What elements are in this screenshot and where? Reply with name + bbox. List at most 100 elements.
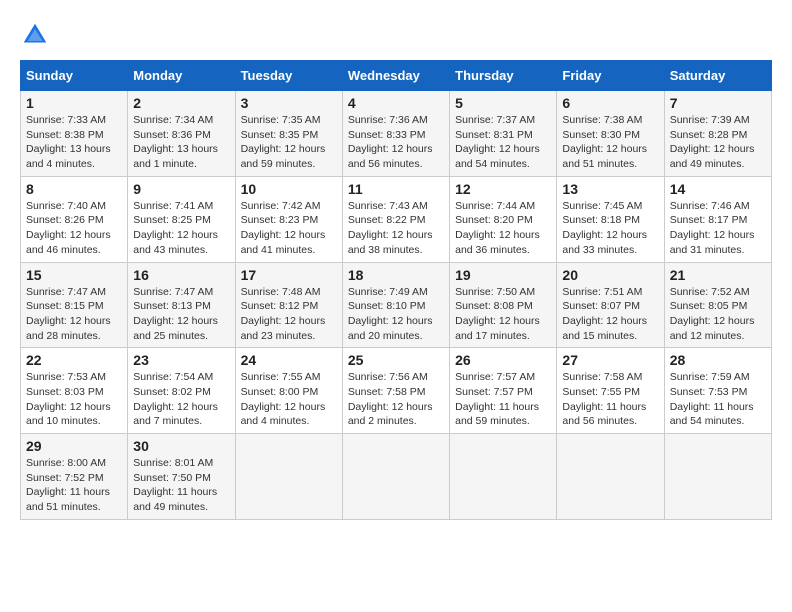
day-info: Sunrise: 7:55 AM Sunset: 8:00 PM Dayligh… — [241, 370, 337, 429]
day-cell: 5 Sunrise: 7:37 AM Sunset: 8:31 PM Daylig… — [450, 91, 557, 177]
day-number: 14 — [670, 181, 766, 197]
day-number: 11 — [348, 181, 444, 197]
day-cell: 3Sunrise: 7:35 AM Sunset: 8:35 PM Daylig… — [235, 91, 342, 177]
column-header-wednesday: Wednesday — [342, 61, 449, 91]
day-cell: 7 Sunrise: 7:39 AM Sunset: 8:28 PM Daylig… — [664, 91, 771, 177]
day-number: 21 — [670, 267, 766, 283]
day-number: 5 — [455, 95, 551, 111]
day-cell: 27 Sunrise: 7:58 AM Sunset: 7:55 PM Dayli… — [557, 348, 664, 434]
day-number: 13 — [562, 181, 658, 197]
day-info: Sunrise: 8:00 AM Sunset: 7:52 PM Dayligh… — [26, 456, 122, 515]
day-number: 15 — [26, 267, 122, 283]
logo-icon — [20, 20, 50, 50]
column-header-tuesday: Tuesday — [235, 61, 342, 91]
day-cell: 15 Sunrise: 7:47 AM Sunset: 8:15 PM Dayli… — [21, 262, 128, 348]
day-number: 25 — [348, 352, 444, 368]
page-header — [20, 20, 772, 50]
day-cell: 9 Sunrise: 7:41 AM Sunset: 8:25 PM Daylig… — [128, 176, 235, 262]
day-number: 18 — [348, 267, 444, 283]
day-number: 10 — [241, 181, 337, 197]
day-cell: 17 Sunrise: 7:48 AM Sunset: 8:12 PM Dayli… — [235, 262, 342, 348]
day-info: Sunrise: 7:53 AM Sunset: 8:03 PM Dayligh… — [26, 370, 122, 429]
empty-cell — [557, 434, 664, 520]
day-cell: 24 Sunrise: 7:55 AM Sunset: 8:00 PM Dayli… — [235, 348, 342, 434]
calendar-week-row: 15 Sunrise: 7:47 AM Sunset: 8:15 PM Dayli… — [21, 262, 772, 348]
day-info: Sunrise: 7:46 AM Sunset: 8:17 PM Dayligh… — [670, 199, 766, 258]
day-number: 30 — [133, 438, 229, 454]
day-info: Sunrise: 8:01 AM Sunset: 7:50 PM Dayligh… — [133, 456, 229, 515]
day-number: 28 — [670, 352, 766, 368]
day-info: Sunrise: 7:39 AM Sunset: 8:28 PM Dayligh… — [670, 113, 766, 172]
day-info: Sunrise: 7:47 AM Sunset: 8:13 PM Dayligh… — [133, 285, 229, 344]
day-info: Sunrise: 7:42 AM Sunset: 8:23 PM Dayligh… — [241, 199, 337, 258]
day-cell: 25 Sunrise: 7:56 AM Sunset: 7:58 PM Dayli… — [342, 348, 449, 434]
calendar-week-row: 1Sunrise: 7:33 AM Sunset: 8:38 PM Daylig… — [21, 91, 772, 177]
day-info: Sunrise: 7:45 AM Sunset: 8:18 PM Dayligh… — [562, 199, 658, 258]
day-cell: 13 Sunrise: 7:45 AM Sunset: 8:18 PM Dayli… — [557, 176, 664, 262]
day-cell: 23 Sunrise: 7:54 AM Sunset: 8:02 PM Dayli… — [128, 348, 235, 434]
day-info: Sunrise: 7:34 AM Sunset: 8:36 PM Dayligh… — [133, 113, 229, 172]
day-number: 26 — [455, 352, 551, 368]
day-info: Sunrise: 7:50 AM Sunset: 8:08 PM Dayligh… — [455, 285, 551, 344]
day-cell: 1Sunrise: 7:33 AM Sunset: 8:38 PM Daylig… — [21, 91, 128, 177]
header-row: SundayMondayTuesdayWednesdayThursdayFrid… — [21, 61, 772, 91]
day-number: 9 — [133, 181, 229, 197]
day-info: Sunrise: 7:54 AM Sunset: 8:02 PM Dayligh… — [133, 370, 229, 429]
day-number: 19 — [455, 267, 551, 283]
empty-cell — [235, 434, 342, 520]
day-cell: 29 Sunrise: 8:00 AM Sunset: 7:52 PM Dayli… — [21, 434, 128, 520]
day-info: Sunrise: 7:37 AM Sunset: 8:31 PM Dayligh… — [455, 113, 551, 172]
day-info: Sunrise: 7:56 AM Sunset: 7:58 PM Dayligh… — [348, 370, 444, 429]
day-number: 6 — [562, 95, 658, 111]
day-number: 27 — [562, 352, 658, 368]
day-cell: 16Sunrise: 7:47 AM Sunset: 8:13 PM Dayli… — [128, 262, 235, 348]
day-cell: 20 Sunrise: 7:51 AM Sunset: 8:07 PM Dayli… — [557, 262, 664, 348]
day-info: Sunrise: 7:48 AM Sunset: 8:12 PM Dayligh… — [241, 285, 337, 344]
day-cell: 30 Sunrise: 8:01 AM Sunset: 7:50 PM Dayli… — [128, 434, 235, 520]
empty-cell — [450, 434, 557, 520]
day-info: Sunrise: 7:41 AM Sunset: 8:25 PM Dayligh… — [133, 199, 229, 258]
day-number: 20 — [562, 267, 658, 283]
calendar-header: SundayMondayTuesdayWednesdayThursdayFrid… — [21, 61, 772, 91]
calendar-week-row: 29 Sunrise: 8:00 AM Sunset: 7:52 PM Dayli… — [21, 434, 772, 520]
day-cell: 18 Sunrise: 7:49 AM Sunset: 8:10 PM Dayli… — [342, 262, 449, 348]
column-header-saturday: Saturday — [664, 61, 771, 91]
day-info: Sunrise: 7:51 AM Sunset: 8:07 PM Dayligh… — [562, 285, 658, 344]
day-number: 7 — [670, 95, 766, 111]
day-info: Sunrise: 7:57 AM Sunset: 7:57 PM Dayligh… — [455, 370, 551, 429]
day-info: Sunrise: 7:35 AM Sunset: 8:35 PM Dayligh… — [241, 113, 337, 172]
day-info: Sunrise: 7:44 AM Sunset: 8:20 PM Dayligh… — [455, 199, 551, 258]
day-number: 23 — [133, 352, 229, 368]
day-number: 8 — [26, 181, 122, 197]
day-number: 29 — [26, 438, 122, 454]
logo — [20, 20, 54, 50]
day-cell: 6Sunrise: 7:38 AM Sunset: 8:30 PM Daylig… — [557, 91, 664, 177]
day-cell: 19 Sunrise: 7:50 AM Sunset: 8:08 PM Dayli… — [450, 262, 557, 348]
column-header-thursday: Thursday — [450, 61, 557, 91]
empty-cell — [342, 434, 449, 520]
day-number: 12 — [455, 181, 551, 197]
day-cell: 10 Sunrise: 7:42 AM Sunset: 8:23 PM Dayli… — [235, 176, 342, 262]
day-cell: 22 Sunrise: 7:53 AM Sunset: 8:03 PM Dayli… — [21, 348, 128, 434]
day-cell: 11 Sunrise: 7:43 AM Sunset: 8:22 PM Dayli… — [342, 176, 449, 262]
day-cell: 12 Sunrise: 7:44 AM Sunset: 8:20 PM Dayli… — [450, 176, 557, 262]
day-info: Sunrise: 7:59 AM Sunset: 7:53 PM Dayligh… — [670, 370, 766, 429]
empty-cell — [664, 434, 771, 520]
day-number: 17 — [241, 267, 337, 283]
day-info: Sunrise: 7:47 AM Sunset: 8:15 PM Dayligh… — [26, 285, 122, 344]
column-header-friday: Friday — [557, 61, 664, 91]
day-info: Sunrise: 7:43 AM Sunset: 8:22 PM Dayligh… — [348, 199, 444, 258]
day-info: Sunrise: 7:58 AM Sunset: 7:55 PM Dayligh… — [562, 370, 658, 429]
calendar-body: 1Sunrise: 7:33 AM Sunset: 8:38 PM Daylig… — [21, 91, 772, 520]
day-number: 24 — [241, 352, 337, 368]
calendar-week-row: 8Sunrise: 7:40 AM Sunset: 8:26 PM Daylig… — [21, 176, 772, 262]
day-cell: 21Sunrise: 7:52 AM Sunset: 8:05 PM Dayli… — [664, 262, 771, 348]
day-cell: 8Sunrise: 7:40 AM Sunset: 8:26 PM Daylig… — [21, 176, 128, 262]
calendar-week-row: 22 Sunrise: 7:53 AM Sunset: 8:03 PM Dayli… — [21, 348, 772, 434]
column-header-sunday: Sunday — [21, 61, 128, 91]
day-cell: 2Sunrise: 7:34 AM Sunset: 8:36 PM Daylig… — [128, 91, 235, 177]
column-header-monday: Monday — [128, 61, 235, 91]
day-number: 22 — [26, 352, 122, 368]
day-info: Sunrise: 7:49 AM Sunset: 8:10 PM Dayligh… — [348, 285, 444, 344]
day-number: 1 — [26, 95, 122, 111]
